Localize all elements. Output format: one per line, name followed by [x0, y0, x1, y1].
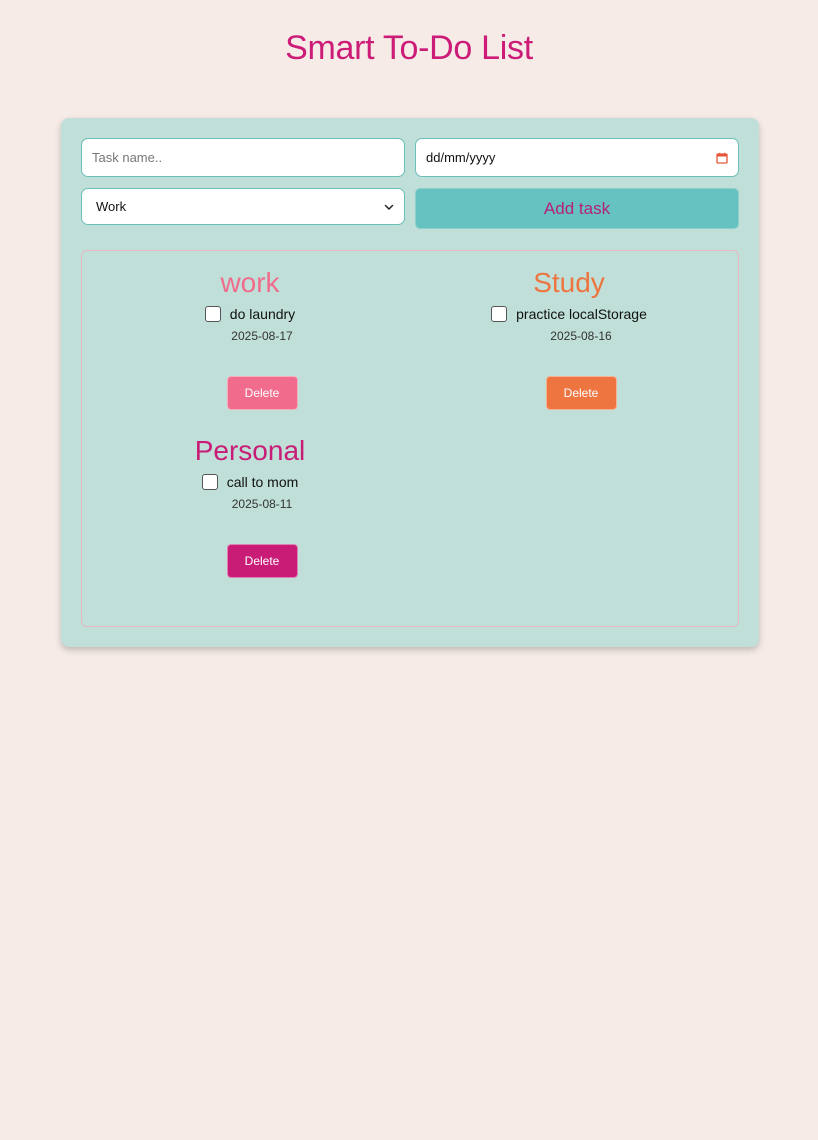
task-date: 2025-08-17 [231, 329, 293, 343]
add-task-button[interactable]: Add task [415, 188, 739, 229]
task-name: call to mom [226, 474, 299, 490]
task-date: 2025-08-16 [550, 329, 612, 343]
task-checkbox[interactable] [204, 306, 221, 322]
task-checkbox[interactable] [201, 474, 218, 490]
delete-button[interactable]: Delete [226, 544, 298, 578]
task-date: 2025-08-11 [231, 497, 293, 511]
task-checkbox[interactable] [491, 306, 508, 322]
category-title: Personal [194, 435, 306, 466]
category-select-value: Work [96, 199, 127, 214]
category-title: work [220, 267, 280, 298]
delete-button[interactable]: Delete [545, 376, 617, 410]
page-title: Smart To-Do List [285, 29, 533, 67]
date-placeholder: dd/mm/yyyy [426, 150, 496, 165]
category-work: work do laundry 2025-08-17 Delete [100, 251, 400, 410]
task-list: work do laundry 2025-08-17 Delete Study … [81, 250, 739, 627]
task-item: call to mom [100, 469, 400, 495]
task-item: do laundry [100, 301, 400, 327]
category-select[interactable]: Work [81, 188, 405, 225]
task-item: practice localStorage [419, 301, 719, 327]
category-study: Study practice localStorage 2025-08-16 D… [419, 251, 719, 410]
calendar-icon[interactable] [716, 152, 728, 164]
due-date-input[interactable]: dd/mm/yyyy [415, 138, 739, 177]
delete-button[interactable]: Delete [226, 376, 298, 410]
task-name-input[interactable] [81, 138, 405, 177]
todo-card: dd/mm/yyyy Work Add task work do laundry… [61, 118, 759, 647]
chevron-down-icon [384, 204, 394, 210]
category-personal: Personal call to mom 2025-08-11 Delete [100, 419, 400, 578]
task-name: do laundry [229, 306, 296, 322]
task-name: practice localStorage [516, 306, 647, 322]
category-title: Study [533, 267, 605, 298]
